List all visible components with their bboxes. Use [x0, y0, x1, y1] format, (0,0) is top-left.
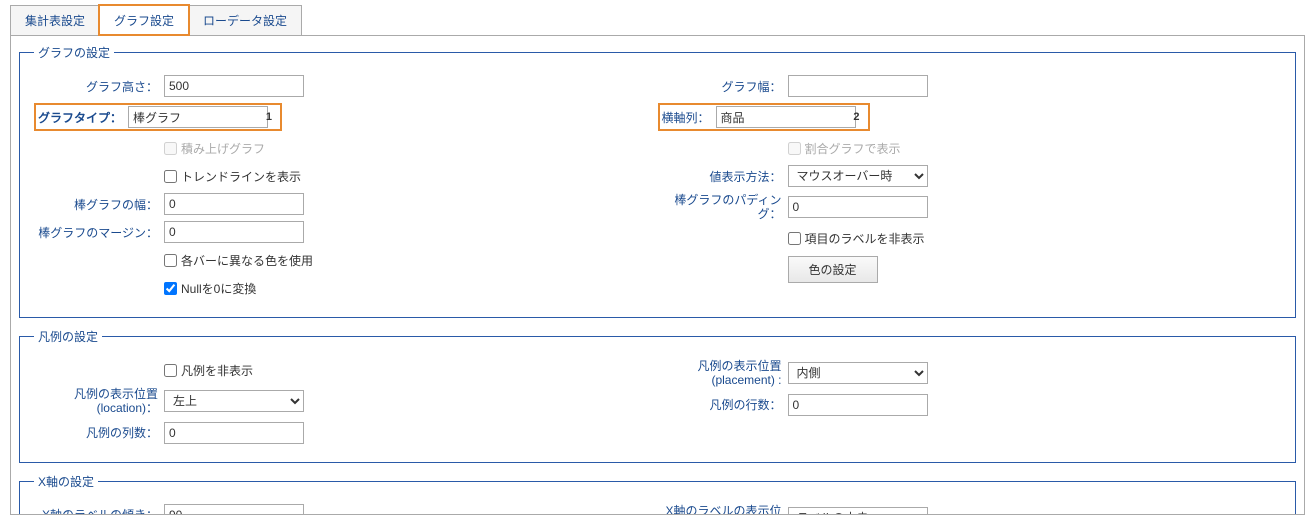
chk-hide-legend[interactable]	[164, 364, 177, 377]
input-graph-width[interactable]	[788, 75, 928, 97]
tab-summary[interactable]: 集計表設定	[10, 5, 100, 35]
input-xaxis-tilt[interactable]	[164, 504, 304, 515]
input-barmargin[interactable]	[164, 221, 304, 243]
label-legend-placement: 凡例の表示位置 (placement) :	[658, 359, 788, 388]
select-legend-placement[interactable]: 内側	[788, 362, 928, 384]
input-barwidth[interactable]	[164, 193, 304, 215]
chk-hidelabel[interactable]	[788, 232, 801, 245]
select-valuedisplay[interactable]: マウスオーバー時	[788, 165, 928, 187]
input-legend-rows[interactable]	[788, 394, 928, 416]
label-null0: Nullを0に変換	[181, 280, 256, 297]
input-barpadding[interactable]	[788, 196, 928, 218]
chk-trendline[interactable]	[164, 170, 177, 183]
tab-rawdata[interactable]: ローデータ設定	[188, 5, 302, 35]
legend-legend: 凡例の設定	[34, 328, 102, 345]
legend-graph: グラフの設定	[34, 44, 114, 61]
chk-ratio	[788, 142, 801, 155]
tab-graph[interactable]: グラフ設定	[99, 5, 189, 35]
label-graph-height: グラフ高さ：	[34, 78, 164, 95]
input-haxis[interactable]	[716, 106, 856, 128]
label-legend-location: 凡例の表示位置 (location)：	[34, 387, 164, 416]
input-graph-height[interactable]	[164, 75, 304, 97]
chk-diffcolor[interactable]	[164, 254, 177, 267]
label-graph-type: グラフタイプ：	[38, 109, 128, 126]
tabs-bar: 集計表設定 グラフ設定 ローデータ設定	[10, 5, 1305, 35]
label-barwidth: 棒グラフの幅：	[34, 196, 164, 213]
label-valuedisplay: 値表示方法：	[658, 168, 788, 185]
select-legend-location[interactable]: 左上	[164, 390, 304, 412]
select-xaxis-labelpos[interactable]: ラベルの中央	[788, 507, 928, 515]
chk-null0[interactable]	[164, 282, 177, 295]
label-legend-rows: 凡例の行数：	[658, 396, 788, 413]
input-graph-type[interactable]	[128, 106, 268, 128]
label-xaxis-tilt: X軸のラベルの傾き：	[34, 506, 164, 515]
label-trendline: トレンドラインを表示	[181, 168, 301, 185]
label-xaxis-labelpos: X軸のラベルの表示位置：	[658, 504, 788, 515]
legend-xaxis: X軸の設定	[34, 473, 98, 490]
label-diffcolor: 各バーに異なる色を使用	[181, 252, 313, 269]
label-barmargin: 棒グラフのマージン：	[34, 224, 164, 241]
label-hide-legend: 凡例を非表示	[181, 362, 253, 379]
label-graph-width: グラフ幅：	[658, 78, 788, 95]
label-haxis: 横軸列：	[662, 109, 716, 126]
color-settings-button[interactable]: 色の設定	[788, 256, 878, 283]
label-stacked: 積み上げグラフ	[181, 140, 265, 157]
fieldset-graph: グラフの設定 グラフ高さ： グラフタイプ： 積み上げ	[19, 44, 1296, 318]
input-legend-cols[interactable]	[164, 422, 304, 444]
label-barpadding: 棒グラフのパディング：	[658, 193, 788, 222]
label-hidelabel: 項目のラベルを非表示	[805, 230, 925, 247]
label-legend-cols: 凡例の列数：	[34, 424, 164, 441]
chk-stacked	[164, 142, 177, 155]
label-ratio: 割合グラフで表示	[805, 140, 901, 157]
fieldset-legend: 凡例の設定 凡例を非表示 凡例の表示位置 (location)： 左上 凡例の列…	[19, 328, 1296, 463]
tab-content: グラフの設定 グラフ高さ： グラフタイプ： 積み上げ	[10, 35, 1305, 515]
